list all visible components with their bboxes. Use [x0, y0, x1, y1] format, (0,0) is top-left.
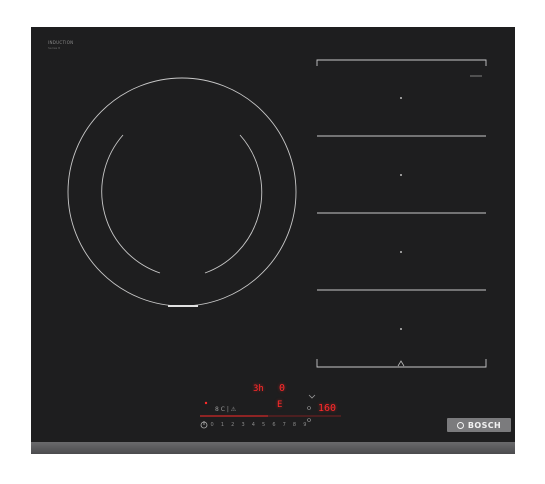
- status-text: 8 C | ⚠: [215, 406, 237, 413]
- power-level-2[interactable]: 2: [228, 422, 238, 428]
- flex-center-dot-1: [400, 97, 402, 99]
- flex-zone-top-bracket: [316, 59, 487, 66]
- flex-center-dot-4: [400, 328, 402, 330]
- flex-zone[interactable]: [316, 59, 487, 368]
- brand-name: BOSCH: [467, 420, 502, 430]
- bosch-logo-icon: [456, 421, 464, 429]
- power-level-8[interactable]: 8: [289, 422, 299, 428]
- flex-center-dot-2: [400, 174, 402, 176]
- temperature-display: 160: [318, 403, 337, 414]
- zone-active-indicator: [204, 401, 208, 405]
- power-level-1[interactable]: 1: [217, 422, 227, 428]
- cooking-zones: [67, 59, 487, 429]
- power-level-6[interactable]: 6: [269, 422, 279, 428]
- brand-badge: BOSCH: [447, 418, 511, 432]
- power-level-0[interactable]: 0: [207, 422, 217, 428]
- power-level-7[interactable]: 7: [279, 422, 289, 428]
- flex-zone-bottom-bracket: [316, 359, 487, 368]
- inner-arc-right: [204, 134, 263, 274]
- round-cooking-zone[interactable]: [67, 77, 297, 307]
- power-level-9[interactable]: 9: [300, 422, 310, 428]
- power-level-5[interactable]: 5: [258, 422, 268, 428]
- inner-arc-left: [101, 134, 161, 274]
- power-level-3[interactable]: 3: [238, 422, 248, 428]
- zone-level-display: E: [277, 400, 283, 410]
- timer-hours-display: 3h: [253, 384, 264, 394]
- power-level-4[interactable]: 4: [248, 422, 258, 428]
- flex-center-dot-3: [400, 251, 402, 253]
- timer-icon[interactable]: [308, 394, 316, 399]
- settings-icon[interactable]: [307, 406, 311, 410]
- flex-zone-icon: [397, 360, 405, 367]
- power-scale: 0 1 2 3 4 5 6 7 8 9: [207, 422, 310, 428]
- timer-minutes-display: 0: [279, 383, 286, 394]
